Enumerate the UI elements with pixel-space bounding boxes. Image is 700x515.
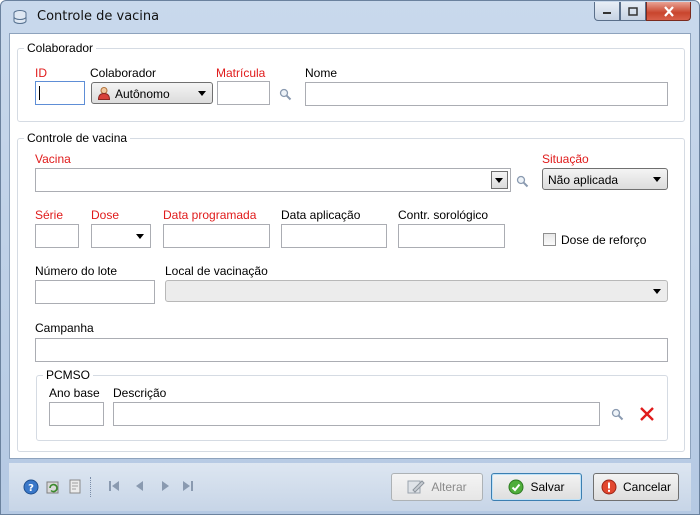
app-icon: [13, 10, 27, 24]
close-button[interactable]: [646, 2, 691, 21]
situacao-label: Situação: [542, 152, 589, 166]
salvar-label: Salvar: [530, 480, 565, 494]
nome-input[interactable]: [305, 82, 668, 106]
edit-icon: [407, 480, 426, 494]
user-icon: [97, 87, 111, 100]
local-vacinacao-label: Local de vacinação: [165, 264, 268, 278]
campanha-input[interactable]: [35, 338, 668, 362]
title-bar[interactable]: Controle de vacina: [1, 1, 699, 33]
maximize-icon: [628, 6, 638, 16]
ano-base-input[interactable]: [49, 402, 104, 426]
matricula-input[interactable]: [217, 81, 270, 105]
matricula-label: Matrícula: [216, 66, 266, 80]
data-programada-label: Data programada: [163, 208, 257, 222]
descricao-label: Descrição: [113, 386, 167, 400]
help-icon[interactable]: ?: [23, 479, 39, 495]
pcmso-group-legend: PCMSO: [43, 368, 94, 382]
chevron-down-icon: [198, 91, 206, 96]
numero-lote-input[interactable]: [35, 280, 155, 304]
colaborador-group-legend: Colaborador: [24, 41, 97, 55]
dose-label: Dose: [91, 208, 120, 222]
situacao-value: Não aplicada: [548, 173, 619, 187]
colaborador-type-value: Autônomo: [115, 87, 170, 101]
chevron-down-icon: [136, 234, 144, 239]
descricao-input[interactable]: [113, 402, 600, 426]
vacina-label: Vacina: [35, 152, 71, 166]
refresh-icon[interactable]: [45, 479, 61, 495]
footer-toolbar: ? Alterar Salvar Cancelar: [9, 463, 691, 511]
close-icon: [663, 5, 674, 17]
toolbar-separator: [90, 477, 91, 497]
cancelar-label: Cancelar: [622, 480, 672, 494]
last-record-icon[interactable]: [181, 479, 195, 493]
colaborador-label: Colaborador: [90, 66, 157, 80]
ano-base-label: Ano base: [49, 386, 100, 400]
campanha-label: Campanha: [35, 321, 94, 335]
dose-reforco-checkbox[interactable]: [543, 233, 556, 246]
chevron-down-icon: [653, 289, 661, 294]
export-icon[interactable]: [67, 479, 83, 495]
numero-lote-label: Número do lote: [35, 264, 118, 278]
dose-select[interactable]: [91, 224, 151, 248]
search-icon[interactable]: [279, 88, 292, 101]
data-programada-input[interactable]: [163, 224, 270, 248]
svg-text:?: ?: [28, 483, 34, 494]
id-label: ID: [35, 66, 47, 80]
minimize-button[interactable]: [594, 2, 620, 21]
data-aplicacao-input[interactable]: [281, 224, 387, 248]
cancelar-button[interactable]: Cancelar: [593, 473, 679, 501]
salvar-button[interactable]: Salvar: [491, 473, 582, 501]
save-icon: [508, 479, 524, 495]
controle-vacina-group-legend: Controle de vacina: [24, 131, 131, 145]
alterar-label: Alterar: [431, 480, 467, 494]
chevron-down-icon: [495, 178, 503, 183]
delete-icon[interactable]: [639, 406, 655, 422]
situacao-select[interactable]: Não aplicada: [542, 168, 668, 190]
nome-label: Nome: [305, 66, 338, 80]
form-client-area: Colaborador ID Colaborador Autônomo Matr…: [9, 33, 691, 459]
colaborador-type-select[interactable]: Autônomo: [91, 82, 213, 104]
contr-sorologico-input[interactable]: [398, 224, 505, 248]
next-record-icon[interactable]: [158, 479, 172, 493]
alterar-button[interactable]: Alterar: [391, 473, 483, 501]
window-title: Controle de vacina: [37, 9, 160, 24]
dialog-window: Controle de vacina Colaborador ID Colabo…: [0, 0, 700, 515]
cancel-icon: [601, 479, 617, 495]
serie-label: Série: [35, 208, 64, 222]
vacina-select[interactable]: [35, 168, 511, 192]
pcmso-group: PCMSO Ano base Descrição: [36, 368, 668, 441]
vacina-dropdown-button[interactable]: [491, 171, 508, 189]
first-record-icon[interactable]: [107, 479, 121, 493]
dose-reforco-label[interactable]: Dose de reforço: [561, 233, 646, 247]
minimize-icon: [603, 12, 611, 14]
chevron-down-icon: [653, 177, 661, 182]
previous-record-icon[interactable]: [133, 479, 147, 493]
search-icon[interactable]: [611, 408, 624, 421]
contr-sorologico-label: Contr. sorológico: [398, 208, 489, 222]
colaborador-group: Colaborador ID Colaborador Autônomo Matr…: [17, 41, 685, 122]
local-vacinacao-select[interactable]: [165, 280, 668, 302]
controle-vacina-group: Controle de vacina Vacina Situação Não a…: [17, 131, 685, 452]
id-input[interactable]: [35, 81, 85, 105]
search-icon[interactable]: [516, 175, 529, 188]
serie-input[interactable]: [35, 224, 79, 248]
data-aplicacao-label: Data aplicação: [281, 208, 361, 222]
text-caret: [39, 86, 40, 100]
maximize-button[interactable]: [620, 2, 646, 21]
